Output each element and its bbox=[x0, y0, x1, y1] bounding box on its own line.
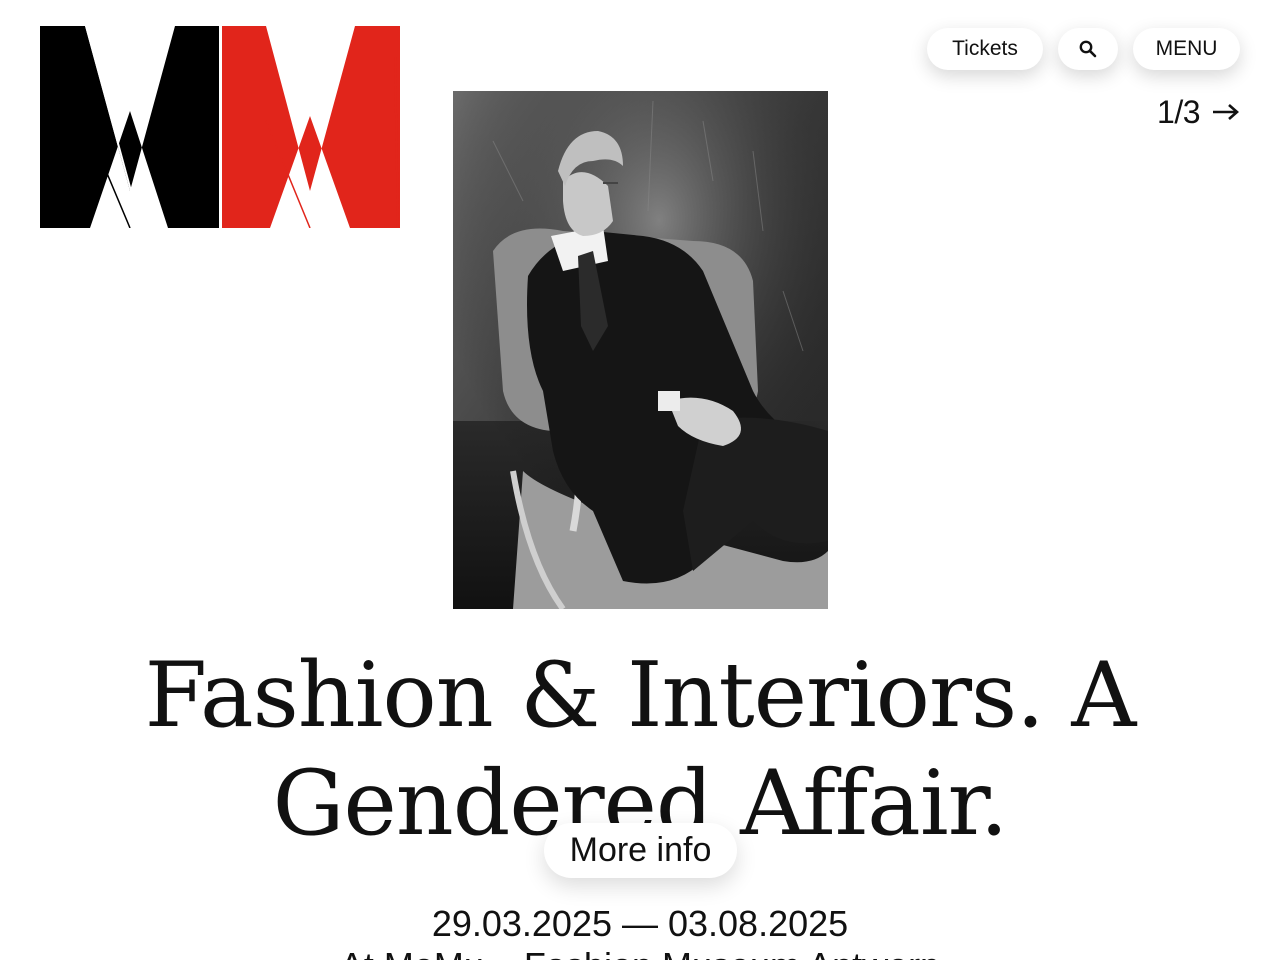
more-info-label: More info bbox=[569, 831, 712, 869]
momu-logo[interactable] bbox=[40, 26, 400, 228]
search-icon bbox=[1079, 40, 1097, 58]
exhibition-venue: At MoMu – Fashion Museum Antwerp bbox=[240, 944, 1040, 960]
tickets-label: Tickets bbox=[952, 37, 1018, 60]
arrow-right-icon bbox=[1213, 104, 1239, 120]
slide-pager: 1/3 bbox=[1157, 92, 1240, 132]
portrait-photo bbox=[453, 91, 828, 609]
next-slide-button[interactable] bbox=[1212, 102, 1240, 122]
exhibition-hero-image[interactable] bbox=[453, 91, 828, 609]
more-info-button[interactable]: More info bbox=[544, 823, 737, 878]
slide-counter: 1/3 bbox=[1157, 93, 1200, 130]
menu-button[interactable]: MENU bbox=[1133, 28, 1240, 70]
menu-label: MENU bbox=[1155, 37, 1218, 60]
search-button[interactable] bbox=[1058, 28, 1118, 70]
tickets-button[interactable]: Tickets bbox=[927, 28, 1043, 70]
exhibition-dates: 29.03.2025 — 03.08.2025 bbox=[431, 903, 849, 944]
